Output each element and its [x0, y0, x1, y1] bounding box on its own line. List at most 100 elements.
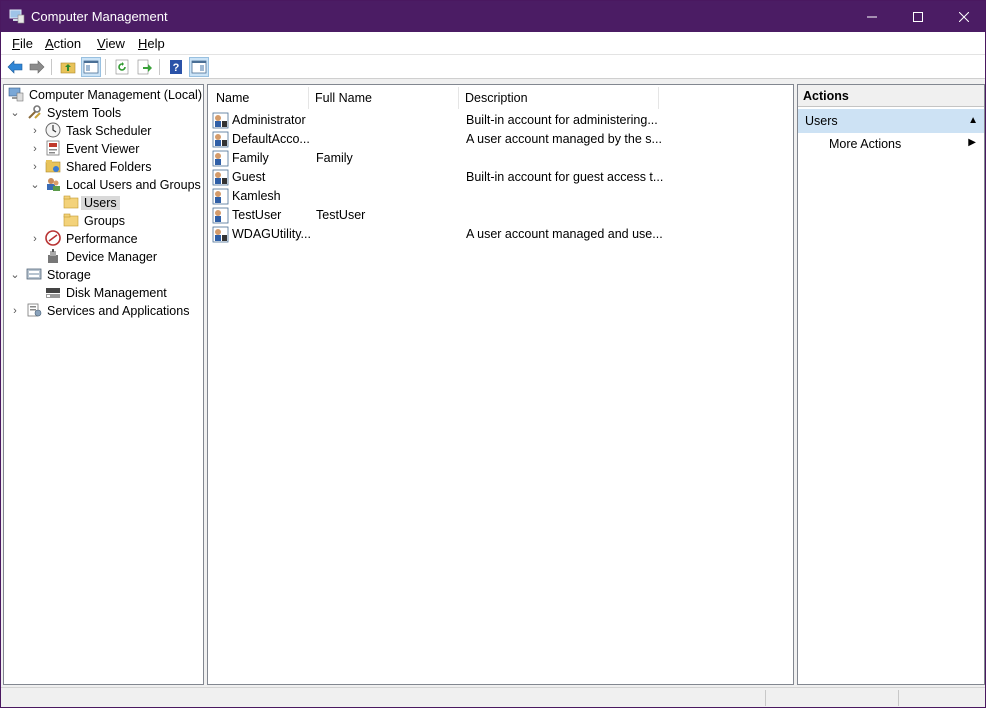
tree-item-users[interactable]: Users [63, 194, 120, 212]
users-list-view[interactable]: Name Full Name Description Administrator… [207, 84, 794, 685]
user-name: Kamlesh [232, 189, 281, 203]
minimize-button[interactable] [849, 1, 895, 32]
collapse-up-icon[interactable]: ▲ [968, 109, 978, 133]
more-actions-item[interactable]: More Actions [829, 137, 901, 151]
show-hide-action-pane-button[interactable] [189, 57, 209, 77]
user-icon [212, 207, 229, 224]
tree-item-system-tools[interactable]: System Tools [26, 104, 124, 122]
toolbar: ? [1, 54, 985, 79]
tree-item-event-viewer[interactable]: Event Viewer [45, 140, 142, 158]
local-users-groups-icon [47, 178, 60, 191]
menu-help-label: elp [147, 36, 165, 51]
tree-label: Device Manager [66, 250, 158, 264]
tree-item-local-users-groups[interactable]: Local Users and Groups [45, 176, 204, 194]
expand-chevron-icon[interactable]: › [30, 122, 40, 140]
refresh-button[interactable] [112, 57, 132, 77]
performance-icon [45, 230, 61, 246]
folder-icon [63, 195, 79, 209]
submenu-arrow-icon[interactable]: ▶ [968, 137, 976, 148]
show-hide-console-tree-button[interactable] [81, 57, 101, 77]
tree-label: Groups [84, 214, 125, 228]
computer-management-window: Computer Management File Action View Hel… [0, 0, 986, 708]
collapse-chevron-icon[interactable]: ⌄ [10, 104, 20, 122]
computer-management-icon [9, 9, 25, 24]
shared-folder-icon [45, 160, 61, 173]
status-segment [898, 690, 899, 706]
menu-help-key: H [138, 36, 148, 51]
title-bar[interactable]: Computer Management [1, 1, 985, 32]
toolbar-separator [105, 59, 106, 75]
event-viewer-icon [46, 140, 60, 156]
user-name: WDAGUtility... [232, 227, 311, 241]
actions-section-label: Users [805, 114, 838, 128]
tree-label: Task Scheduler [66, 124, 152, 138]
menu-file-label: ile [19, 36, 33, 51]
show-hide-console-tree-icon [83, 60, 99, 74]
user-description: A user account managed by the s... [466, 132, 662, 146]
device-manager-icon [48, 249, 58, 263]
forward-button[interactable] [27, 57, 47, 77]
clock-icon [45, 122, 61, 138]
user-name: Guest [232, 170, 266, 184]
menu-file[interactable]: File [12, 36, 33, 51]
expand-chevron-icon[interactable]: › [30, 230, 40, 248]
close-icon [959, 11, 969, 22]
expand-chevron-icon[interactable]: › [30, 140, 40, 158]
svg-text:?: ? [173, 62, 180, 74]
maximize-button[interactable] [895, 1, 941, 32]
actions-section-users[interactable]: Users ▲ [798, 109, 984, 133]
tree-item-computer-management[interactable]: Computer Management (Local) [8, 86, 205, 104]
user-name: TestUser [232, 208, 282, 222]
disk-management-icon [46, 288, 60, 298]
toolbar-separator [51, 59, 52, 75]
menu-bar: File Action View Help [1, 32, 985, 54]
tree-label: Shared Folders [66, 160, 152, 174]
tree-item-storage[interactable]: Storage [26, 266, 94, 284]
back-button[interactable] [5, 57, 25, 77]
export-list-icon [137, 59, 152, 75]
user-description: Built-in account for guest access t... [466, 170, 664, 184]
tree-item-disk-management[interactable]: Disk Management [45, 284, 170, 302]
expand-chevron-icon[interactable]: › [30, 158, 40, 176]
user-icon [212, 131, 229, 148]
help-button[interactable]: ? [166, 57, 186, 77]
tree-item-groups[interactable]: Groups [63, 212, 128, 230]
tree-item-task-scheduler[interactable]: Task Scheduler [45, 122, 154, 140]
tree-item-shared-folders[interactable]: Shared Folders [45, 158, 154, 176]
tree-label: Services and Applications [47, 304, 190, 318]
menu-action[interactable]: Action [45, 36, 81, 51]
expand-chevron-icon[interactable]: › [10, 302, 20, 320]
collapse-chevron-icon[interactable]: ⌄ [30, 176, 40, 194]
user-description: Built-in account for administering... [466, 113, 658, 127]
collapse-chevron-icon[interactable]: ⌄ [10, 266, 20, 284]
user-icon [212, 226, 229, 243]
user-full-name: Family [316, 151, 353, 165]
user-name: Family [232, 151, 269, 165]
close-button[interactable] [941, 1, 986, 32]
computer-management-icon [8, 87, 24, 102]
menu-help[interactable]: Help [138, 36, 165, 51]
column-header-description[interactable]: Description [459, 87, 659, 109]
status-bar [1, 687, 985, 707]
back-icon [7, 60, 23, 74]
storage-icon [26, 268, 42, 280]
export-list-button[interactable] [135, 57, 155, 77]
tree-item-services-applications[interactable]: Services and Applications [26, 302, 192, 320]
refresh-icon [115, 59, 129, 75]
tree-label: Computer Management (Local) [29, 88, 202, 102]
menu-file-key: F [12, 36, 20, 51]
tree-item-device-manager[interactable]: Device Manager [45, 248, 160, 266]
user-name: Administrator [232, 113, 306, 127]
up-one-level-button[interactable] [58, 57, 78, 77]
menu-view[interactable]: View [97, 36, 125, 51]
tree-label: Local Users and Groups [66, 178, 201, 192]
console-tree[interactable]: Computer Management (Local) ⌄ System Too… [3, 84, 204, 685]
user-description: A user account managed and use... [466, 227, 663, 241]
minimize-icon [867, 16, 877, 17]
actions-pane: Actions Users ▲ More Actions ▶ [797, 84, 985, 685]
tree-label: Performance [66, 232, 138, 246]
tree-item-performance[interactable]: Performance [45, 230, 141, 248]
toolbar-separator [159, 59, 160, 75]
column-header-name[interactable]: Name [210, 87, 309, 109]
column-header-full-name[interactable]: Full Name [309, 87, 459, 109]
